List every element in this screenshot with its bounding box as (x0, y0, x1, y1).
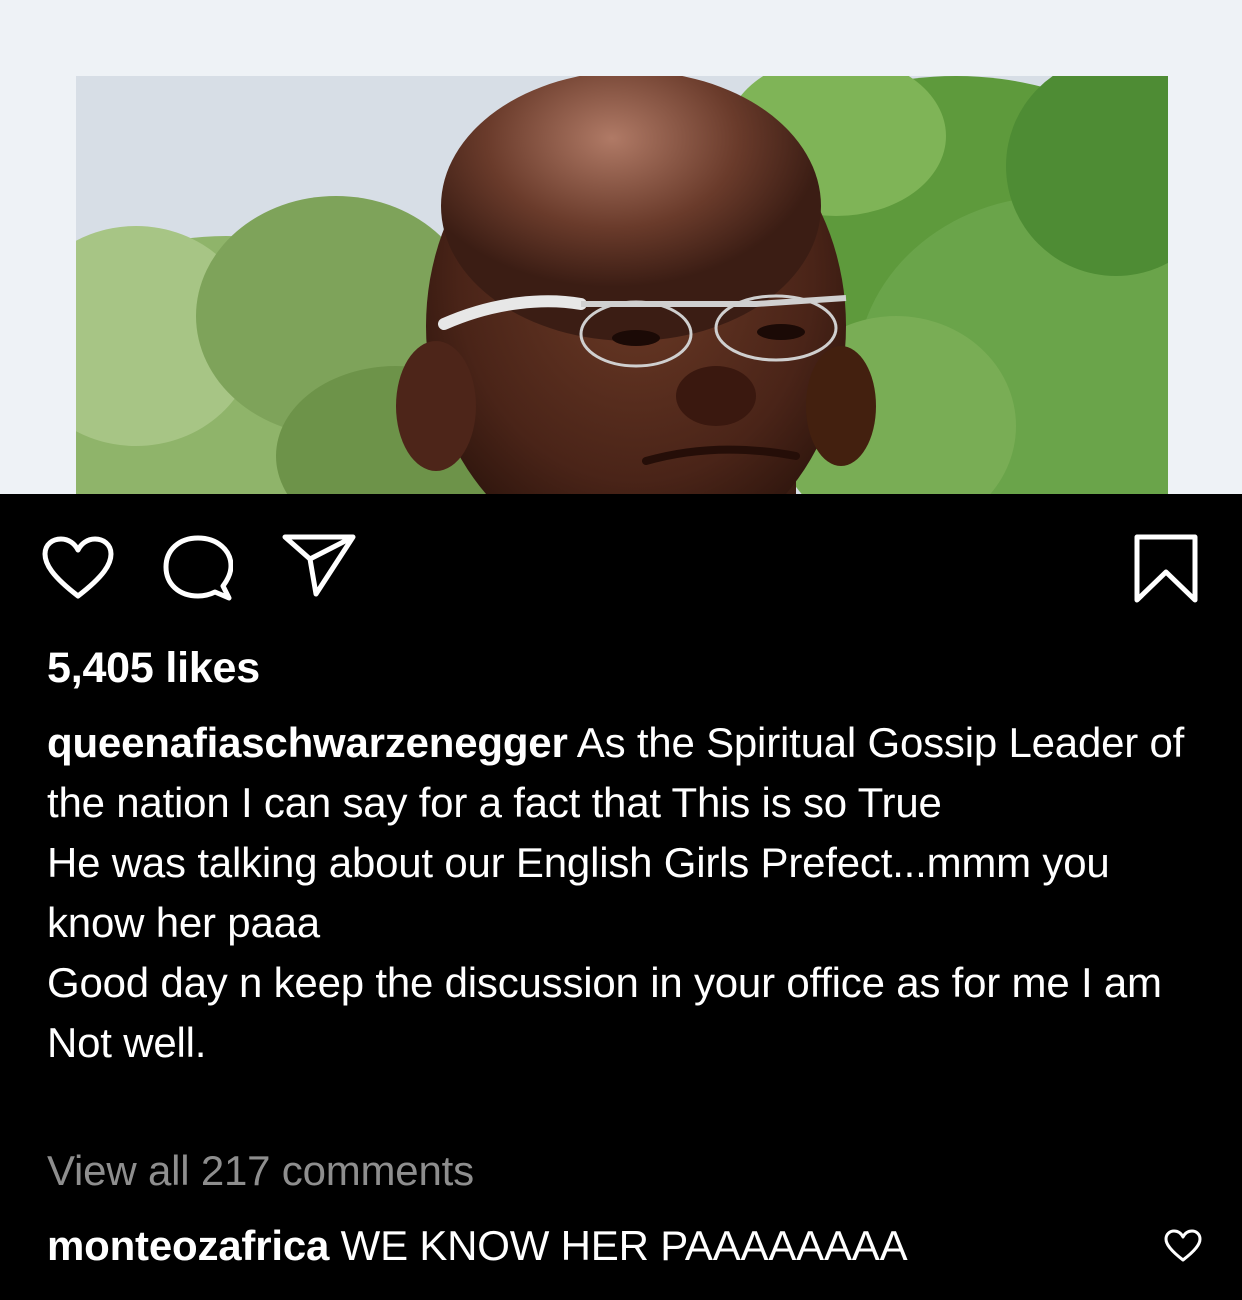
post-action-bar (0, 494, 1242, 634)
view-all-comments-link[interactable]: View all 217 comments (47, 1143, 474, 1199)
caption-username[interactable]: queenafiaschwarzenegger (47, 719, 568, 766)
portrait-photo (76, 76, 1168, 494)
comment-username[interactable]: monteozafrica (47, 1222, 329, 1269)
paper-plane-icon[interactable] (282, 532, 356, 598)
comment-text: WE KNOW HER PAAAAAAAA (340, 1222, 908, 1269)
post-image-frame (0, 0, 1242, 494)
comment-row: monteozafrica WE KNOW HER PAAAAAAAA (47, 1218, 1157, 1274)
heart-outline-icon[interactable] (1164, 1229, 1202, 1268)
post-image[interactable] (76, 76, 1168, 494)
caption-line-2: He was talking about our English Girls P… (47, 839, 1110, 946)
likes-count[interactable]: 5,405 likes (47, 640, 260, 696)
heart-icon[interactable] (42, 536, 114, 600)
caption-line-3: Good day n keep the discussion in your o… (47, 959, 1162, 1066)
caption-line-1: queenafiaschwarzenegger As the Spiritual… (47, 713, 1217, 833)
post-caption: queenafiaschwarzenegger As the Spiritual… (47, 713, 1217, 1073)
bookmark-icon[interactable] (1134, 534, 1198, 604)
comment-bubble-icon[interactable] (163, 534, 233, 602)
